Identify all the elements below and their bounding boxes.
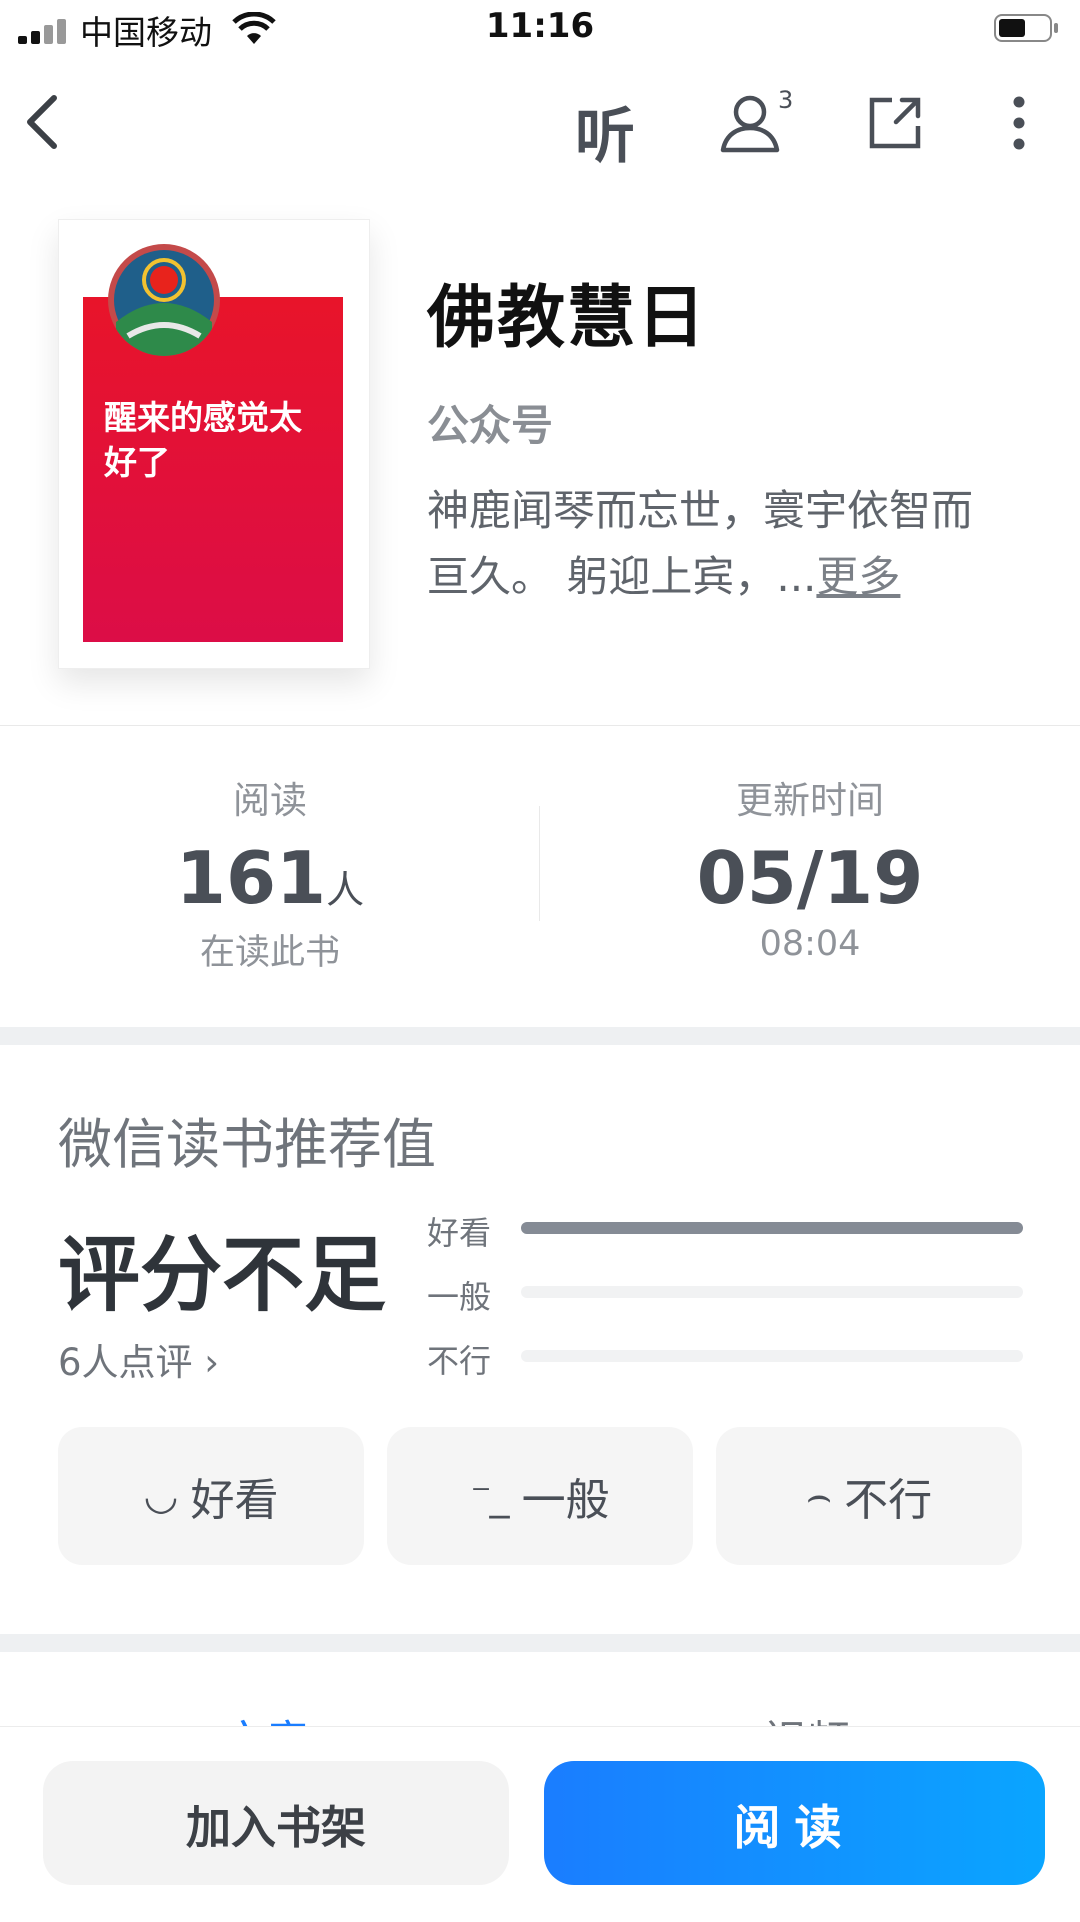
- share-icon[interactable]: [866, 94, 924, 152]
- frown-icon: ⌢: [805, 1473, 832, 1519]
- rating-score: 评分不足: [58, 1228, 387, 1323]
- vote-ok-button[interactable]: ⁻_ 一般: [387, 1427, 693, 1565]
- section-separator: [0, 1027, 1080, 1045]
- book-title: 佛教慧日: [427, 278, 708, 358]
- bar-label-good: 好看: [427, 1214, 492, 1252]
- smile-icon: ◡: [143, 1473, 179, 1519]
- battery-icon: [994, 14, 1060, 44]
- updated-date: 05/19: [696, 836, 924, 920]
- cover-text: 醒来的感觉太好了: [104, 398, 302, 482]
- reading-value: 161: [175, 836, 327, 920]
- review-count: 6人点评: [58, 1341, 193, 1384]
- clock: 11:16: [485, 6, 595, 46]
- back-icon[interactable]: [18, 92, 66, 152]
- more-link[interactable]: 更多: [816, 552, 900, 601]
- reading-sub: 在读此书: [199, 933, 340, 973]
- updated-stat: 更新时间 05/19 08:04: [540, 770, 1080, 964]
- bar-label-ok: 一般: [427, 1278, 492, 1316]
- bar-track-ok: [521, 1286, 1023, 1298]
- readers-count: 3: [778, 86, 794, 114]
- chevron-right-icon: ›: [192, 1341, 220, 1384]
- updated-label: 更新时间: [736, 779, 884, 822]
- status-bar: 中国移动 11:16: [0, 0, 1080, 60]
- vote-bad-button[interactable]: ⌢ 不行: [716, 1427, 1022, 1565]
- vote-good-label: 好看: [190, 1475, 279, 1526]
- neutral-face-icon: ⁻_: [470, 1473, 509, 1519]
- bar-label-bad: 不行: [427, 1342, 492, 1380]
- book-type: 公众号: [427, 401, 554, 450]
- bar-track-bad: [521, 1350, 1023, 1362]
- add-to-shelf-button[interactable]: 加入书架: [43, 1761, 509, 1885]
- person-icon: [720, 95, 780, 153]
- reading-unit: 人: [326, 868, 365, 912]
- account-avatar: [108, 244, 220, 356]
- readers-button[interactable]: 3: [718, 86, 798, 156]
- listen-button[interactable]: 听: [575, 88, 635, 175]
- more-options-icon[interactable]: [1004, 94, 1034, 152]
- bar-track-good: [521, 1222, 1023, 1234]
- reading-stat[interactable]: 阅读 161人 在读此书: [0, 770, 540, 975]
- divider: [0, 725, 1080, 726]
- book-description: 神鹿闻琴而忘世，寰宇依智而亘久。 躬迎上宾，...更多: [427, 478, 987, 610]
- reading-label: 阅读: [233, 779, 307, 822]
- bar-fill-good: [521, 1222, 1023, 1234]
- updated-time: 08:04: [759, 924, 861, 964]
- rating-section-title: 微信读书推荐值: [58, 1113, 436, 1176]
- section-separator-2: [0, 1634, 1080, 1652]
- review-count-link[interactable]: 6人点评 ›: [58, 1332, 219, 1386]
- vote-bad-label: 不行: [844, 1475, 933, 1526]
- vote-ok-label: 一般: [521, 1475, 610, 1526]
- reading-count: 161人: [0, 836, 540, 920]
- read-button[interactable]: 阅读: [544, 1761, 1045, 1885]
- vote-good-button[interactable]: ◡ 好看: [58, 1427, 364, 1565]
